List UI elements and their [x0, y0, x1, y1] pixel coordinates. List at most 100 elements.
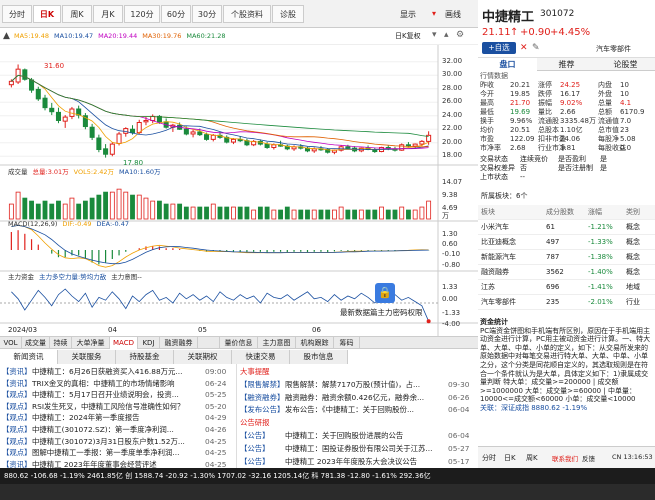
right-tab[interactable]: 推荐 [537, 58, 596, 71]
news-date: 06-26 [448, 392, 470, 402]
quote-cell: 21.70 [510, 99, 531, 107]
news-link[interactable]: 中捷精工：2024年第一季度报告 [32, 412, 200, 424]
settings-icon[interactable]: ⚙ [456, 30, 464, 40]
draw-line-button[interactable]: 画线 [445, 9, 461, 20]
quote-cell: 均价 [480, 126, 494, 134]
display-menu[interactable]: 显示 [400, 9, 416, 20]
candle [190, 131, 196, 135]
news-link[interactable]: 发布公告：《中捷精工：关于回购股份... [285, 404, 443, 416]
footer-button[interactable]: 反馈 [582, 453, 595, 463]
index-ticker: 880.62 -106.68 -1.19% 2461.85亿 创 1588.74… [4, 472, 431, 480]
footer-button[interactable]: CN 13:16:53 [612, 453, 653, 461]
macd-legend: MACD(12,26,9) DIF:-0.49 DEA:-0.47 [8, 220, 134, 228]
news-link[interactable]: 限售解禁：解禁7170万股(预计值)，占... [285, 379, 443, 391]
indicator-tab[interactable] [198, 337, 220, 349]
edit-icon[interactable]: ✎ [532, 43, 540, 53]
news-link[interactable]: 中捷精工(301072.SZ)：第一季度净利润... [32, 424, 200, 436]
period-tab[interactable]: 个股资料 [223, 5, 271, 23]
quote-cell: 每股净 [598, 135, 619, 143]
indicator-tab[interactable]: 融资融券 [160, 337, 198, 349]
volume-bar [419, 206, 425, 220]
volume-bar [170, 203, 176, 220]
volume-legend: 成交量 总量:3.01万 VOL5:2.42万 MA10:1.60万 [8, 166, 166, 176]
period-tab[interactable]: 60分 [161, 5, 191, 23]
news-link[interactable]: TRIX金叉的真相：中捷精工的市场情绪影响 [32, 378, 200, 390]
volume-bar [183, 206, 189, 220]
industry-row[interactable]: 新能源汽车 787 -1.38% 概念 [478, 250, 655, 265]
indicator-tab[interactable]: 机构跟踪 [296, 337, 334, 349]
news-tab[interactable]: 关联期权 [174, 350, 232, 364]
period-tab[interactable]: 30分 [192, 5, 222, 23]
industry-cell: 江苏 [481, 283, 495, 291]
quote-cell: 最低 [480, 108, 494, 116]
news-link[interactable]: 中捷精工：6月26日获融资买入416.88万元... [32, 366, 200, 378]
quote-cell: 最高 [480, 99, 494, 107]
right-tab[interactable]: 论股堂 [596, 58, 655, 71]
news-tag: 【观点】 [2, 413, 32, 423]
news-link[interactable]: 中捷精工：国投证券股份有限公司关于江苏... [285, 443, 443, 455]
industry-row[interactable]: 汽车零部件 235 -2.01% 行业 [478, 295, 655, 310]
indicator-tab[interactable]: 筹码 [334, 337, 360, 349]
industry-cell: -1.33% [588, 238, 613, 246]
industry-row[interactable]: 融资融券 3562 -1.40% 概念 [478, 265, 655, 280]
indicator-tab[interactable]: MACD [110, 337, 138, 349]
indicator-tab[interactable]: 持续 [50, 337, 72, 349]
news-tab[interactable]: 快速交易 [232, 350, 290, 364]
arrow-up-icon[interactable]: ▴ [444, 30, 449, 40]
industry-row[interactable]: 比亚迪概念 497 -1.33% 概念 [478, 235, 655, 250]
indicator-tab[interactable]: KDJ [138, 337, 160, 349]
indicator-tab[interactable]: 主力意图 [258, 337, 296, 349]
up-arrow-icon: ↑ [510, 27, 519, 38]
period-tab[interactable]: 日K [33, 5, 61, 23]
chevron-down-icon[interactable]: ▾ [432, 9, 436, 18]
period-tab[interactable]: 120分 [124, 5, 160, 23]
status-cell: 否 [520, 164, 527, 172]
collapse-icon[interactable]: ▲ [3, 31, 10, 41]
volume-bar [325, 209, 331, 220]
volume-bar [231, 206, 236, 220]
news-link[interactable]: 中捷精工(301072)3月31日股东户数1.52万... [32, 436, 200, 448]
news-link[interactable]: 图解中捷精工一季报：第一季度单季净利润... [32, 447, 200, 459]
news-link[interactable]: 中捷精工：关于回购股份进展的公告 [285, 430, 443, 442]
news-tag: 【观点】 [2, 390, 32, 400]
indicator-tab[interactable]: VOL [0, 337, 22, 349]
period-tab[interactable]: 月K [93, 5, 123, 23]
footer-button[interactable]: 联系我们 [552, 453, 578, 463]
news-tag: 【观点】 [2, 425, 32, 434]
news-tab[interactable]: 股市信息 [290, 350, 348, 364]
quote-cell: 总股本 [538, 126, 559, 134]
unlock-banner[interactable]: 🔒 最新数据篇主力密码权限 [340, 283, 432, 323]
industry-cell: -1.21% [588, 223, 613, 231]
news-date: 06-24 [205, 378, 227, 388]
news-tab[interactable]: 新闻资讯 [0, 350, 58, 364]
add-favorite-button[interactable]: +自选 [482, 42, 516, 54]
arrow-down-icon[interactable]: ▾ [432, 30, 437, 40]
period-tab[interactable]: 诊股 [272, 5, 304, 23]
news-link[interactable]: 融资融券：融资余额0.426亿元，融券余... [285, 392, 443, 404]
news-link[interactable]: 中捷精工：5月17日召开业绩说明会，投资... [32, 389, 200, 401]
news-link[interactable]: 中捷精工 2023年年度股东大会决议公告 [285, 456, 443, 468]
news-tab[interactable]: 持股基金 [116, 350, 174, 364]
right-tab[interactable]: 盘口 [478, 58, 537, 71]
banner-text: 最新数据篇主力密码权限 [340, 308, 423, 317]
volume-bar [69, 197, 75, 220]
news-tab[interactable]: 关联服务 [58, 350, 116, 364]
indicator-tab[interactable]: 量价信息 [220, 337, 258, 349]
fund-tab[interactable]: 周K [526, 453, 538, 463]
status-cell: 是 [600, 155, 607, 163]
industry-cell: -1.41% [588, 283, 613, 291]
industry-row[interactable]: 小米汽车 61 -1.21% 概念 [478, 220, 655, 235]
fund-tab[interactable]: 日K [504, 453, 516, 463]
industry-row[interactable]: 江苏 696 -1.41% 地域 [478, 280, 655, 295]
news-date: 04-25 [205, 448, 227, 458]
period-tab[interactable]: 分时 [2, 5, 32, 23]
news-link[interactable]: RSI发生死叉，中捷精工风险信号准确性如何？ [32, 401, 200, 413]
volume-bar [305, 209, 310, 220]
quote-cell: 总市值 [598, 126, 619, 134]
close-icon[interactable]: ✕ [520, 43, 528, 53]
fund-tab[interactable]: 分时 [482, 453, 496, 463]
candle [29, 79, 35, 91]
period-tab[interactable]: 周K [62, 5, 92, 23]
indicator-tab[interactable]: 成交量 [22, 337, 50, 349]
indicator-tab[interactable]: 大单净量 [72, 337, 110, 349]
